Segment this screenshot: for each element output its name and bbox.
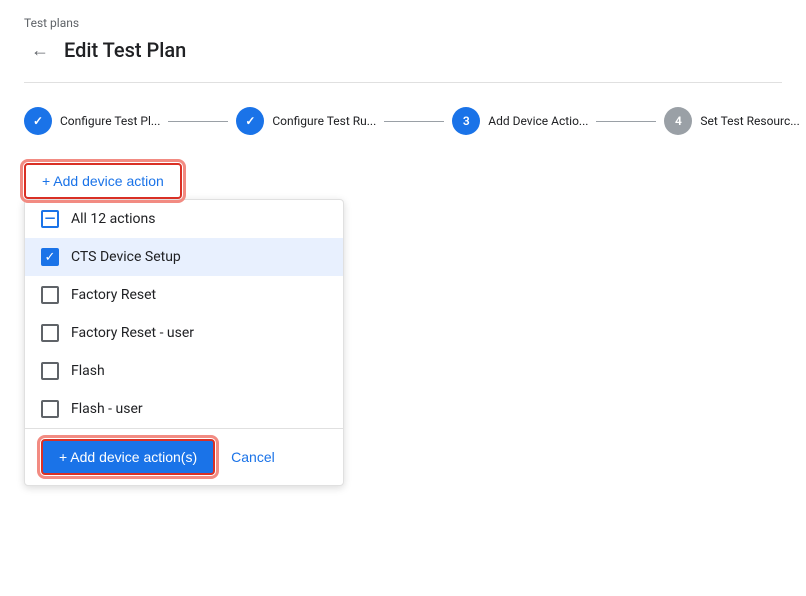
- step-connector-3: [596, 121, 656, 122]
- add-device-action-button[interactable]: + Add device action: [24, 163, 182, 199]
- list-item-all-label: All 12 actions: [71, 211, 156, 227]
- list-item-factory-reset-user[interactable]: Factory Reset - user: [25, 314, 343, 352]
- checkbox-cts: ✓: [41, 248, 59, 266]
- list-item-all[interactable]: — All 12 actions: [25, 200, 343, 238]
- list-item-cts-label: CTS Device Setup: [71, 249, 181, 265]
- step-3: 3 Add Device Actio...: [452, 107, 588, 135]
- page-title: Edit Test Plan: [64, 38, 186, 62]
- step-1: ✓ Configure Test Pl...: [24, 107, 160, 135]
- list-item-cts[interactable]: ✓ CTS Device Setup: [25, 238, 343, 276]
- header-divider: [24, 82, 782, 83]
- step-3-circle: 3: [452, 107, 480, 135]
- checkbox-factory-reset-user: [41, 324, 59, 342]
- step-2-label: Configure Test Ru...: [272, 114, 376, 128]
- step-4-label: Set Test Resourc...: [700, 114, 799, 128]
- step-2-check-icon: ✓: [245, 114, 255, 128]
- checkbox-flash-user: [41, 400, 59, 418]
- back-button[interactable]: ←: [24, 34, 56, 66]
- list-item-flash-user[interactable]: Flash - user: [25, 390, 343, 428]
- indeterminate-icon: —: [45, 212, 56, 226]
- checkbox-all: —: [41, 210, 59, 228]
- list-item-factory-reset-user-label: Factory Reset - user: [71, 325, 194, 341]
- add-device-actions-submit-button[interactable]: + Add device action(s): [41, 439, 215, 475]
- list-item-factory-reset-label: Factory Reset: [71, 287, 156, 303]
- step-1-check-icon: ✓: [33, 114, 43, 128]
- step-4-circle: 4: [664, 107, 692, 135]
- step-1-label: Configure Test Pl...: [60, 114, 160, 128]
- stepper: ✓ Configure Test Pl... ✓ Configure Test …: [24, 107, 782, 135]
- page-header: ← Edit Test Plan: [24, 34, 782, 66]
- step-2-circle: ✓: [236, 107, 264, 135]
- step-connector-2: [384, 121, 444, 122]
- step-2: ✓ Configure Test Ru...: [236, 107, 376, 135]
- list-item-flash[interactable]: Flash: [25, 352, 343, 390]
- list-item-flash-user-label: Flash - user: [71, 401, 143, 417]
- checkbox-flash: [41, 362, 59, 380]
- checkbox-factory-reset: [41, 286, 59, 304]
- step-3-label: Add Device Actio...: [488, 114, 588, 128]
- step-4: 4 Set Test Resourc...: [664, 107, 799, 135]
- list-item-flash-label: Flash: [71, 363, 105, 379]
- cancel-button[interactable]: Cancel: [231, 449, 275, 465]
- step-4-number: 4: [675, 114, 682, 128]
- step-1-circle: ✓: [24, 107, 52, 135]
- step-connector-1: [168, 121, 228, 122]
- dropdown-footer: + Add device action(s) Cancel: [25, 428, 343, 485]
- step-3-number: 3: [463, 114, 470, 128]
- back-arrow-icon: ←: [31, 40, 49, 61]
- action-dropdown-panel: — All 12 actions ✓ CTS Device Setup Fact…: [24, 199, 344, 486]
- breadcrumb: Test plans: [24, 16, 782, 30]
- list-item-factory-reset[interactable]: Factory Reset: [25, 276, 343, 314]
- action-list: — All 12 actions ✓ CTS Device Setup Fact…: [25, 200, 343, 428]
- check-icon-cts: ✓: [45, 251, 56, 264]
